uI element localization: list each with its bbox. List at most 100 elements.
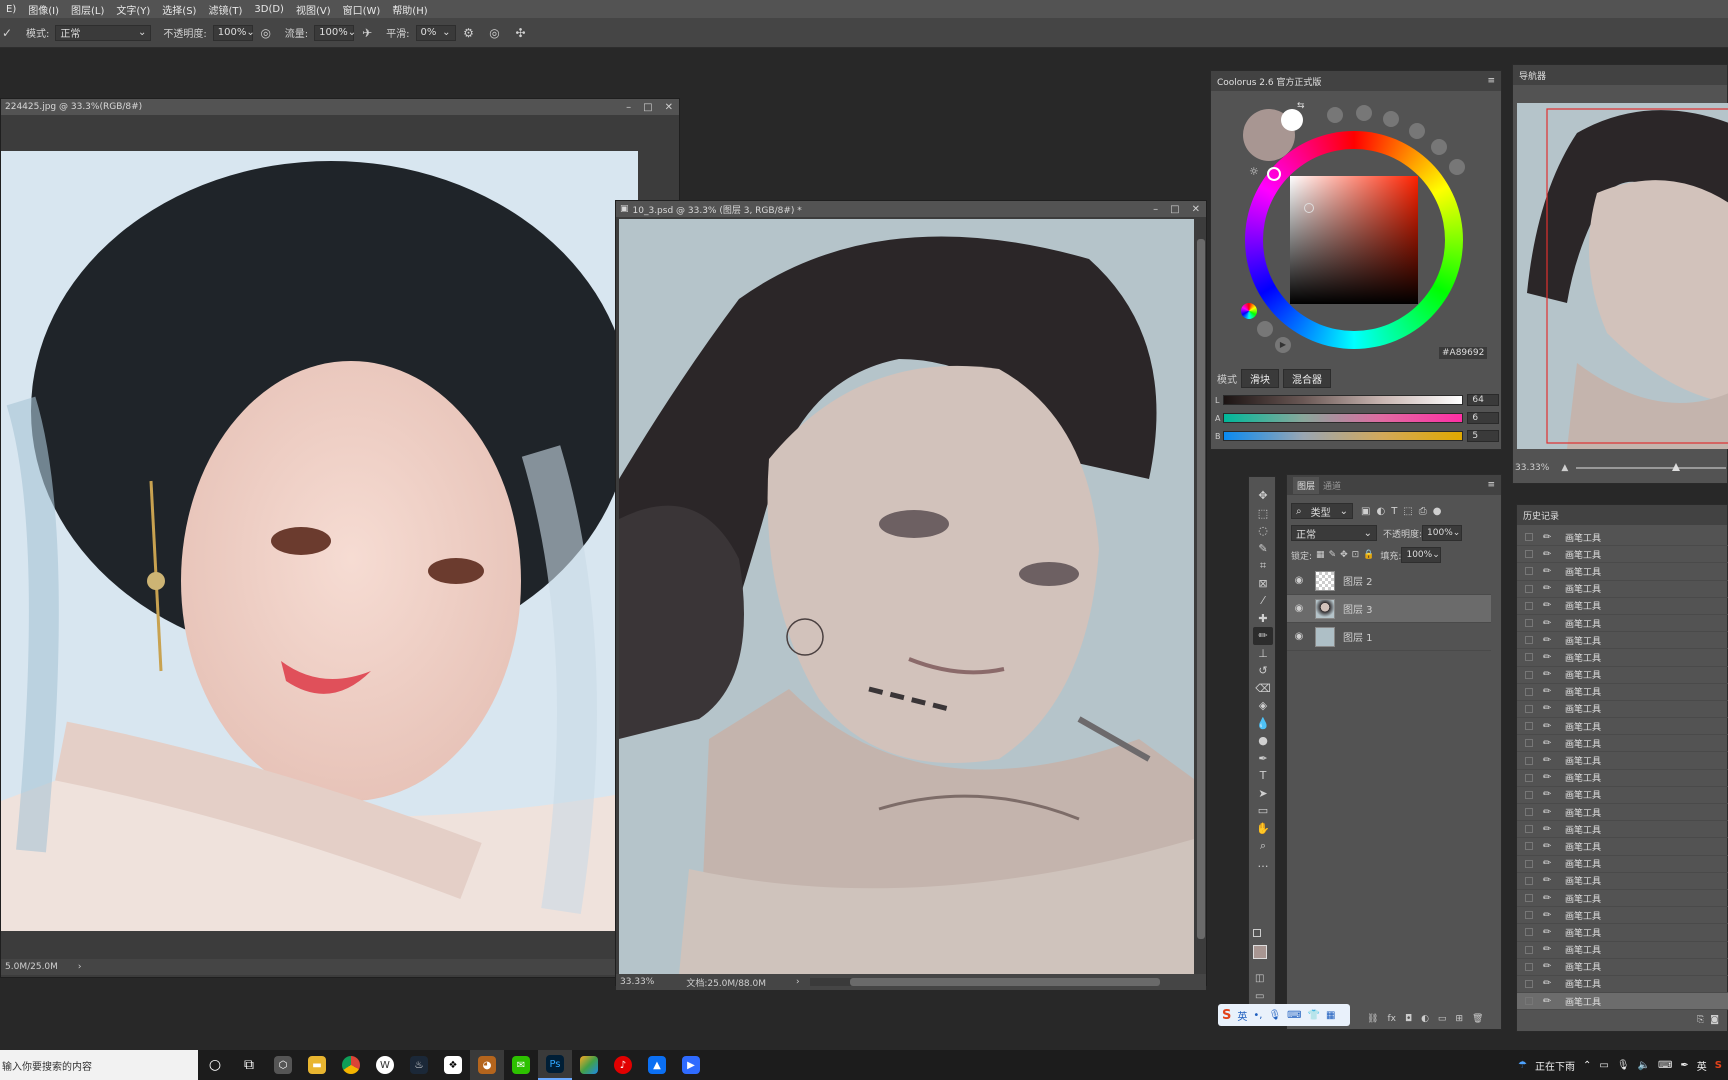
document-tab[interactable]: ▣ 10_3.psd @ 33.3% (图层 3, RGB/8#) * – □ … [616, 201, 1206, 217]
history-source-checkbox[interactable] [1525, 911, 1533, 920]
history-item[interactable]: ✏ 画笔工具 [1517, 959, 1728, 976]
history-item[interactable]: ✏ 画笔工具 [1517, 838, 1728, 856]
slider-b-value[interactable]: 5 [1467, 430, 1500, 442]
brush-preset-icon[interactable]: ✓ [0, 26, 14, 40]
history-item[interactable]: ✏ 画笔工具 [1517, 787, 1728, 804]
rectangle-tool-icon[interactable]: ▭ [1253, 802, 1273, 820]
adjustment-layer-icon[interactable]: ◐ [1421, 1014, 1429, 1024]
panel-menu-icon[interactable]: ≡ [1487, 480, 1495, 490]
history-source-checkbox[interactable] [1525, 790, 1533, 799]
history-source-checkbox[interactable] [1525, 773, 1533, 782]
history-item[interactable]: ✏ 画笔工具 [1517, 735, 1728, 753]
quick-select-tool-icon[interactable]: ✎ [1253, 540, 1273, 558]
history-item[interactable]: ✏ 画笔工具 [1517, 615, 1728, 633]
history-item[interactable]: ✏ 画笔工具 [1517, 873, 1728, 890]
quick-mask-icon[interactable]: ◫ [1255, 973, 1264, 984]
rgb-mode-icon[interactable] [1241, 303, 1257, 319]
dodge-tool-icon[interactable]: ● [1253, 732, 1273, 750]
color-marker[interactable] [1304, 203, 1314, 213]
slider-l-value[interactable]: 64 [1467, 394, 1500, 406]
lock-transparent-icon[interactable]: ▦ [1316, 550, 1325, 560]
camera-icon[interactable]: ◙ [1710, 1015, 1719, 1025]
path-select-tool-icon[interactable]: ➤ [1253, 785, 1273, 803]
tab-channels[interactable]: 通道 [1319, 477, 1345, 494]
new-layer-icon[interactable]: ⊞ [1455, 1014, 1463, 1024]
history-source-checkbox[interactable] [1525, 979, 1533, 988]
video-app-icon[interactable]: ▶ [674, 1050, 708, 1080]
volume-icon[interactable]: 🔈 [1638, 1060, 1650, 1071]
layer-row[interactable]: ◉ 图层 3 [1287, 595, 1491, 623]
task-view-icon[interactable]: ⧉ [232, 1050, 266, 1080]
close-icon[interactable]: ✕ [665, 102, 673, 113]
umbrella-icon[interactable]: ☂ [1518, 1060, 1527, 1071]
menu-item-select[interactable]: 选择(S) [156, 2, 202, 17]
history-source-checkbox[interactable] [1525, 619, 1533, 628]
history-source-checkbox[interactable] [1525, 842, 1533, 851]
lasso-tool-icon[interactable]: ◌ [1253, 522, 1273, 540]
gear-icon[interactable]: ⚙ [462, 26, 476, 40]
eye-icon[interactable]: ◉ [1293, 603, 1305, 615]
airbrush-icon[interactable]: ✈ [360, 26, 374, 40]
symmetry-icon[interactable]: ✣ [514, 26, 528, 40]
filter-pixel-icon[interactable]: ▣ [1361, 506, 1370, 517]
history-source-checkbox[interactable] [1525, 962, 1533, 971]
vertical-scrollbar[interactable] [1196, 219, 1206, 975]
app-diamond-icon[interactable]: ❖ [436, 1050, 470, 1080]
screen-mode-icon[interactable]: ▭ [1255, 991, 1264, 1002]
history-item[interactable]: ✏ 画笔工具 [1517, 804, 1728, 822]
history-item[interactable]: ✏ 画笔工具 [1517, 752, 1728, 770]
maximize-icon[interactable]: □ [1170, 204, 1179, 215]
history-item[interactable]: ✏ 画笔工具 [1517, 907, 1728, 925]
new-group-icon[interactable]: ▭ [1438, 1014, 1447, 1024]
saturation-brightness-square[interactable] [1290, 176, 1418, 304]
ime-toolbar[interactable]: S 英 •, 🎙 ⌨ 👕 ▦ [1218, 1004, 1350, 1026]
menu-item-help[interactable]: 帮助(H) [386, 2, 433, 17]
history-source-checkbox[interactable] [1525, 825, 1533, 834]
steam-icon[interactable]: ♨ [402, 1050, 436, 1080]
navigator-zoom-slider[interactable] [1576, 463, 1727, 471]
opacity-field[interactable]: 100% ⌄ [212, 24, 255, 41]
menu-item-window[interactable]: 窗口(W) [337, 2, 387, 17]
history-source-checkbox[interactable] [1525, 808, 1533, 817]
fill-field[interactable]: 100% ⌄ [1401, 547, 1442, 563]
maximize-icon[interactable]: □ [643, 102, 652, 113]
history-item[interactable]: ✏ 画笔工具 [1517, 701, 1728, 719]
toolbox-icon[interactable]: ▦ [1326, 1010, 1335, 1021]
weather-text[interactable]: 正在下雨 [1535, 1058, 1575, 1073]
blur-tool-icon[interactable]: 💧 [1253, 715, 1273, 733]
pen-tray-icon[interactable]: ✒ [1680, 1060, 1688, 1071]
gamut-icon-1[interactable] [1327, 107, 1343, 123]
foreground-color-swatch[interactable] [1253, 945, 1267, 959]
brush-tool-icon[interactable]: ✏ [1253, 627, 1273, 645]
punctuation-icon[interactable]: •, [1253, 1010, 1262, 1021]
history-source-checkbox[interactable] [1525, 997, 1533, 1006]
history-source-checkbox[interactable] [1525, 722, 1533, 731]
layer-row[interactable]: ◉ 图层 2 [1287, 567, 1491, 595]
navigator-tab[interactable]: 导航器 [1513, 65, 1727, 85]
history-source-checkbox[interactable] [1525, 670, 1533, 679]
menu-item-3d[interactable]: 3D(D) [248, 4, 290, 15]
history-tab[interactable]: 历史记录 [1517, 505, 1727, 525]
pressure-opacity-icon[interactable]: ◎ [259, 26, 273, 40]
history-item[interactable]: ✏ 画笔工具 [1517, 718, 1728, 736]
history-source-checkbox[interactable] [1525, 687, 1533, 696]
chevron-right-icon[interactable]: › [78, 962, 82, 972]
layer-row[interactable]: ◉ 图层 1 [1287, 623, 1491, 651]
history-item[interactable]: ✏ 画笔工具 [1517, 976, 1728, 994]
filter-toggle-icon[interactable]: ● [1433, 506, 1442, 517]
clone-stamp-tool-icon[interactable]: ⊥ [1253, 645, 1273, 663]
gamut-icon-4[interactable] [1409, 123, 1425, 139]
minimize-icon[interactable]: – [1153, 204, 1158, 215]
link-layers-icon[interactable]: ⛓ [1367, 1014, 1378, 1024]
frame-tool-icon[interactable]: ⊠ [1253, 575, 1273, 593]
sun-icon[interactable]: ☼ [1249, 165, 1259, 178]
history-item[interactable]: ✏ 画笔工具 [1517, 581, 1728, 598]
history-item[interactable]: ✏ 画笔工具 [1517, 942, 1728, 959]
hex-display[interactable]: #A89692 [1439, 347, 1488, 359]
blend-mode-select[interactable]: 正常 ⌄ [1291, 525, 1377, 541]
history-source-checkbox[interactable] [1525, 704, 1533, 713]
pressure-size-icon[interactable]: ◎ [488, 26, 502, 40]
lock-all-icon[interactable]: 🔒 [1363, 550, 1374, 560]
filter-adjust-icon[interactable]: ◐ [1376, 506, 1385, 517]
filter-smart-icon[interactable]: ⎙ [1419, 506, 1427, 517]
